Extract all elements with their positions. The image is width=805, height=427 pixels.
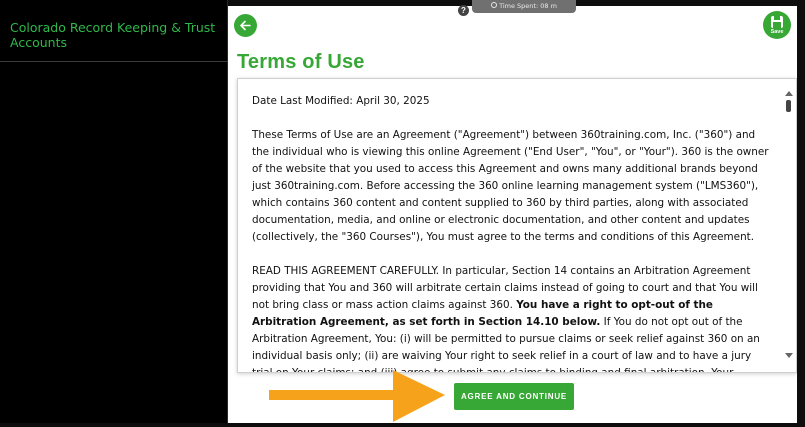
terms-text: Date Last Modified: April 30, 2025 These… (252, 93, 770, 372)
timer-bar: ? Time Spent: 08 m (458, 0, 576, 16)
scroll-up-icon[interactable] (785, 91, 793, 96)
sidebar-item-course[interactable]: Colorado Record Keeping & Trust Accounts (0, 6, 228, 62)
back-arrow-icon (240, 20, 251, 31)
terms-scroll-panel[interactable]: Date Last Modified: April 30, 2025 These… (237, 78, 797, 373)
scroll-down-icon[interactable] (785, 353, 793, 358)
save-label: Save (770, 29, 784, 35)
page-title: Terms of Use (237, 51, 365, 73)
terms-paragraph-2: READ THIS AGREEMENT CAREFULLY. In partic… (252, 263, 770, 372)
terms-paragraph-1: These Terms of Use are an Agreement ("Ag… (252, 129, 769, 243)
back-button[interactable] (234, 14, 257, 37)
clock-icon (491, 2, 498, 8)
sidebar: Colorado Record Keeping & Trust Accounts (0, 0, 228, 427)
save-button[interactable]: Save (763, 11, 791, 39)
main-content: Save Terms of Use Date Last Modified: Ap… (229, 6, 797, 423)
pointer-arrow-icon (269, 370, 445, 422)
scrollbar-thumb[interactable] (786, 100, 791, 112)
scrollbar[interactable] (784, 83, 794, 370)
window-frame-bottom (0, 423, 805, 427)
time-spent-indicator: Time Spent: 08 m (472, 0, 576, 13)
window-frame-right (797, 0, 805, 427)
sidebar-course-title: Colorado Record Keeping & Trust Accounts (10, 20, 216, 50)
save-disk-icon (771, 16, 783, 28)
help-icon[interactable]: ? (458, 5, 469, 16)
date-modified: Date Last Modified: April 30, 2025 (252, 95, 430, 107)
agree-and-continue-button[interactable]: AGREE AND CONTINUE (454, 383, 574, 410)
time-spent-text: Time Spent: 08 m (499, 2, 557, 10)
